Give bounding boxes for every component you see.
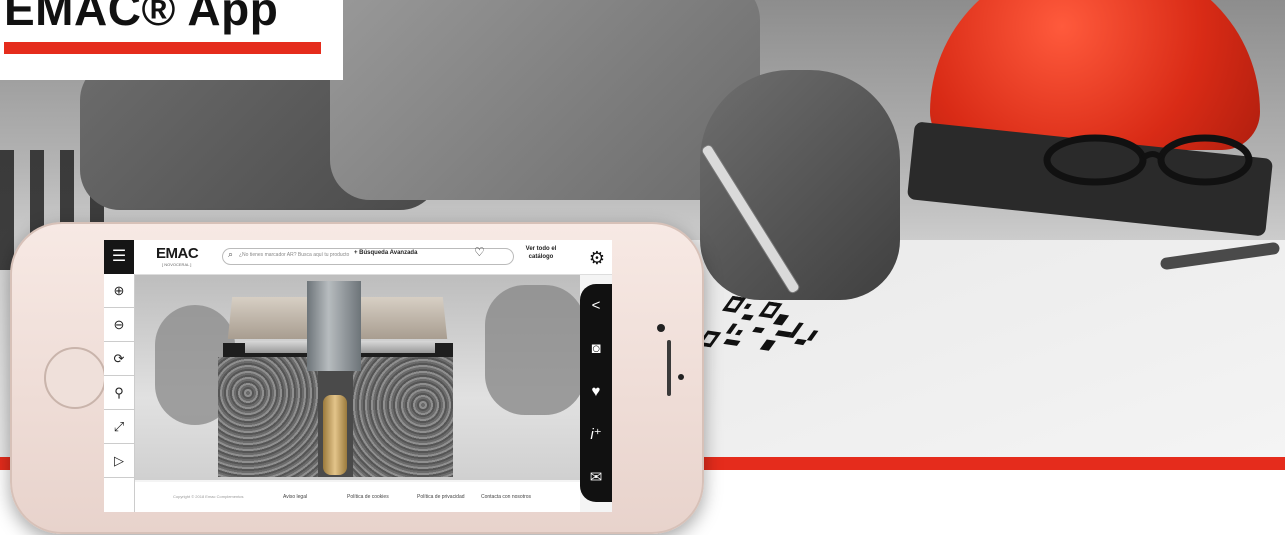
logo-text: EMAC <box>156 245 199 262</box>
emac-logo[interactable]: EMAC <box>156 245 199 262</box>
footer-link-legal[interactable]: Aviso legal <box>283 494 307 500</box>
heart-icon[interactable]: ♥ <box>580 370 612 413</box>
play-icon[interactable]: ▷ <box>104 444 134 478</box>
app-header: ☰ EMAC [ NOVOCERAL ] ⌕ ¿No tienes marcad… <box>104 240 612 275</box>
shirt-graphic <box>330 0 760 200</box>
front-camera <box>657 324 665 332</box>
magnifier-icon[interactable]: ⚲ <box>104 376 134 410</box>
copyright-text: Copyright © 2018 Emac Complementos <box>173 494 244 499</box>
speaker-grille <box>667 340 671 396</box>
title-underline <box>4 42 321 54</box>
title-box: EMAC® App <box>0 0 343 80</box>
backer-rod <box>323 395 347 475</box>
page-title: EMAC® App <box>4 0 279 35</box>
tool-column: ⊕ ⊖ ⟳ ⚲ ⤢ ▷ <box>104 274 135 512</box>
share-icon[interactable]: < <box>580 284 612 327</box>
smartphone-mockup: ☰ EMAC [ NOVOCERAL ] ⌕ ¿No tienes marcad… <box>10 222 704 534</box>
camera-icon[interactable]: ◙ <box>580 327 612 370</box>
footer-link-privacy[interactable]: Política de privacidad <box>417 494 465 500</box>
floor-slab-right <box>352 297 448 339</box>
glasses-graphic <box>1035 130 1255 190</box>
concrete-block-left <box>218 357 318 477</box>
search-placeholder: ¿No tienes marcador AR? Busca aquí tu pr… <box>239 252 350 258</box>
zoom-out-icon[interactable]: ⊖ <box>104 308 134 342</box>
app-screen: ☰ EMAC [ NOVOCERAL ] ⌕ ¿No tienes marcad… <box>104 240 612 512</box>
fullscreen-icon[interactable]: ⤢ <box>104 410 134 444</box>
hamburger-icon[interactable]: ☰ <box>104 240 134 274</box>
catalog-link[interactable]: Ver todo el catálogo <box>516 245 566 261</box>
footer-link-cookies[interactable]: Política de cookies <box>347 494 389 500</box>
app-footer: Copyright © 2018 Emac Complementos Aviso… <box>135 482 580 512</box>
info-icon[interactable]: i⁺ <box>580 413 612 456</box>
home-button[interactable] <box>44 347 106 409</box>
rotate-icon[interactable]: ⟳ <box>104 342 134 376</box>
zoom-in-icon[interactable]: ⊕ <box>104 274 134 308</box>
action-column: < ◙ ♥ i⁺ ✉ <box>580 284 612 502</box>
advanced-search-link[interactable]: + Búsqueda Avanzada <box>354 250 417 256</box>
search-icon: ⌕ <box>228 249 234 259</box>
mail-icon[interactable]: ✉ <box>580 456 612 499</box>
sensor-dot <box>678 374 684 380</box>
heart-outline-icon[interactable]: ♡ <box>474 245 485 259</box>
floor-slab-left <box>227 297 315 339</box>
concrete-block-right <box>353 357 453 477</box>
logo-subtitle: [ NOVOCERAL ] <box>162 262 192 267</box>
gear-icon[interactable]: ⚙ <box>582 243 612 273</box>
background-hand-graphic <box>485 285 580 415</box>
ar-viewport[interactable] <box>135 275 580 480</box>
footer-link-contact[interactable]: Contacta con nosotros <box>481 494 531 500</box>
expansion-joint-profile <box>307 281 361 371</box>
